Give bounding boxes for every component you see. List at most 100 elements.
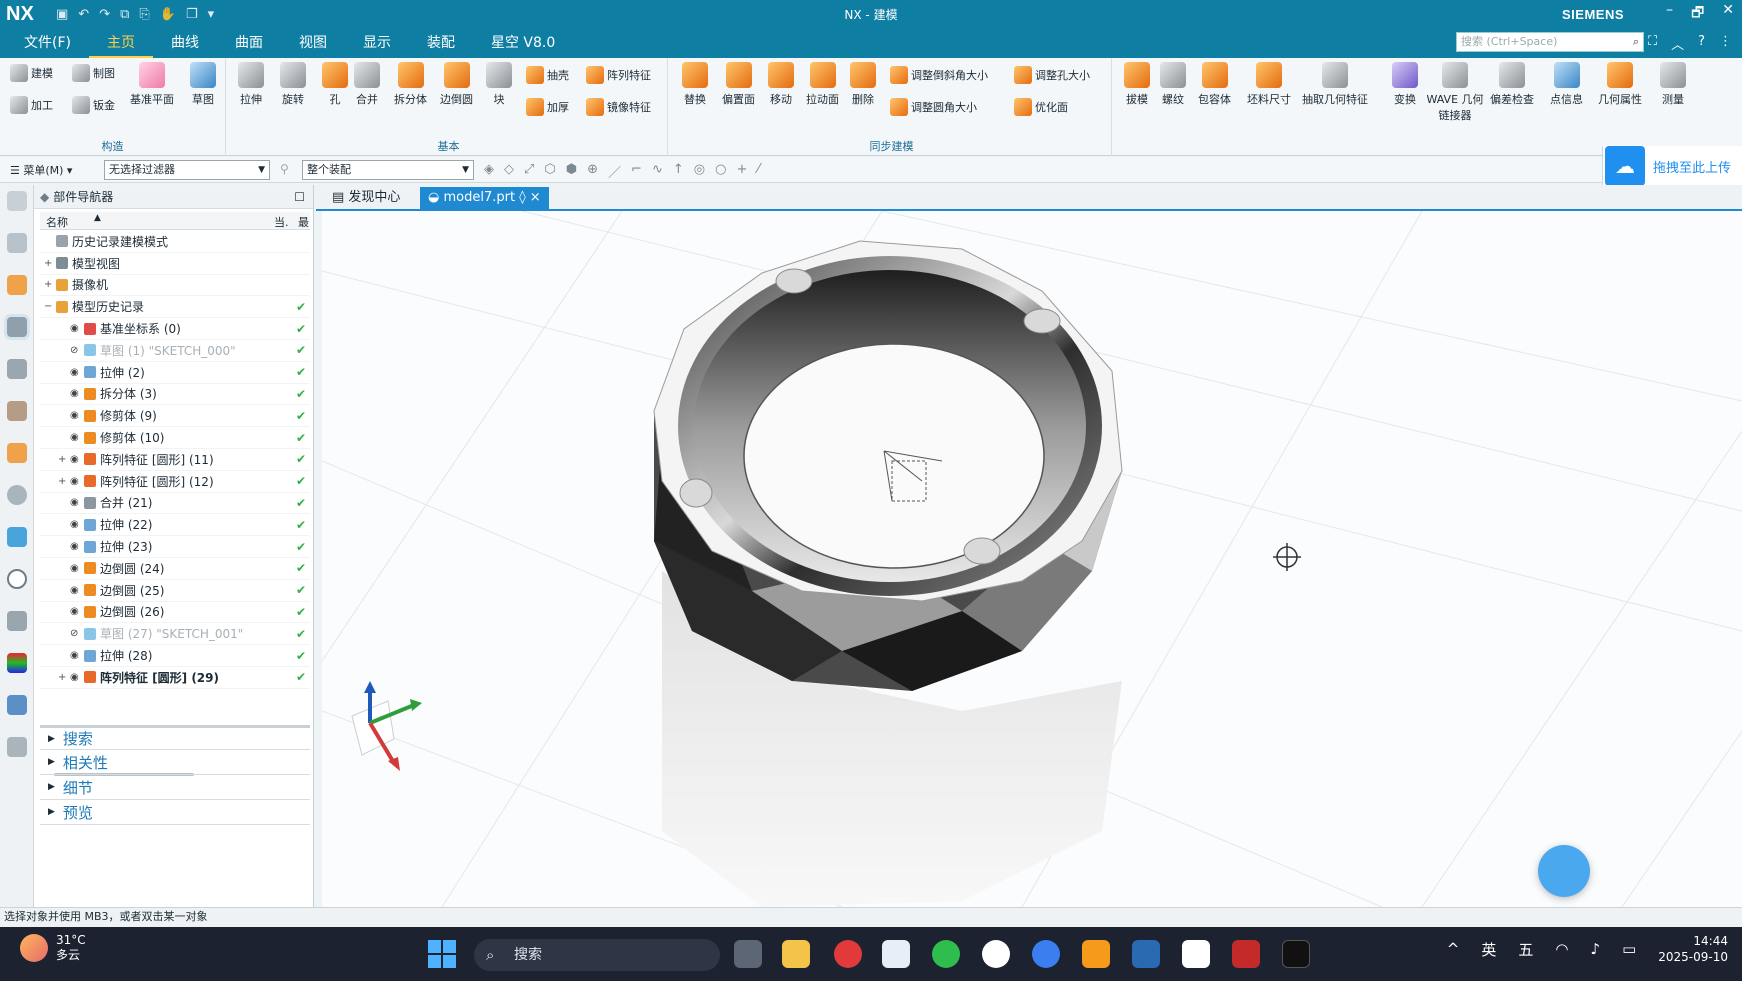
part-navigator-icon[interactable] bbox=[7, 317, 27, 337]
tiktok-icon[interactable] bbox=[1282, 940, 1310, 968]
snap-tangent-icon[interactable]: ⁄ bbox=[757, 162, 759, 181]
tab-file[interactable]: 文件(F) bbox=[6, 30, 89, 58]
draft-button[interactable]: 拔模 bbox=[1124, 62, 1150, 107]
tab-surface[interactable]: 曲面 bbox=[217, 30, 281, 58]
geometry-props-button[interactable]: 几何属性 bbox=[1598, 62, 1642, 107]
revolve-button[interactable]: 旋转 bbox=[280, 62, 306, 107]
select-component-icon[interactable]: ⬢ bbox=[566, 162, 577, 181]
expand-icon[interactable]: + bbox=[58, 454, 66, 465]
column-latest[interactable]: 最 bbox=[298, 214, 309, 230]
ashtray-model[interactable] bbox=[653, 240, 1123, 691]
modeling-button[interactable]: 建模 bbox=[10, 64, 53, 82]
visibility-eye-icon[interactable]: ⊘ bbox=[70, 345, 78, 356]
visibility-eye-icon[interactable]: ◉ bbox=[70, 541, 79, 552]
tree-node[interactable]: ◉ 拉伸 (2) ✔ bbox=[40, 362, 310, 384]
more-icon[interactable]: ⋮ bbox=[1719, 34, 1732, 53]
sketch-button[interactable]: 草图 bbox=[190, 62, 216, 107]
type-filter-dropdown[interactable]: 无选择过滤器 ▼ bbox=[104, 160, 270, 180]
paste-icon[interactable]: ⎘ bbox=[139, 7, 149, 22]
expand-icon[interactable]: + bbox=[58, 672, 66, 683]
tree-node[interactable]: + 摄像机 bbox=[40, 275, 310, 297]
tree-node[interactable]: ◉ 基准坐标系 (0) ✔ bbox=[40, 318, 310, 340]
visibility-eye-icon[interactable]: ◉ bbox=[70, 410, 79, 421]
snap-point-icon[interactable]: ⊕ bbox=[587, 162, 598, 181]
ime-language[interactable]: 英 bbox=[1481, 939, 1496, 960]
store-icon[interactable] bbox=[1182, 940, 1210, 968]
minimize-button[interactable]: – bbox=[1666, 2, 1673, 26]
restore-button[interactable]: 🗗 bbox=[1691, 2, 1704, 26]
command-search-input[interactable]: 搜索 (Ctrl+Space) ⌕ bbox=[1456, 32, 1644, 52]
upload-drop-zone[interactable]: ☁ 拖拽至此上传 bbox=[1602, 146, 1742, 186]
collapse-icon[interactable]: − bbox=[44, 301, 52, 312]
save-icon[interactable]: ▣ bbox=[56, 7, 68, 22]
tree-node[interactable]: ◉ 拉伸 (23) ✔ bbox=[40, 536, 310, 558]
tree-node[interactable]: ⊘ 草图 (27) "SKETCH_001" ✔ bbox=[40, 623, 310, 646]
customize-icon[interactable]: ▾ bbox=[208, 7, 215, 22]
section-dependencies[interactable]: ▶ 相关性 bbox=[40, 750, 310, 775]
expand-icon[interactable]: + bbox=[58, 476, 66, 487]
hole-button[interactable]: 孔 bbox=[322, 62, 348, 107]
hd3d-tools-icon[interactable] bbox=[7, 401, 27, 421]
select-edge-icon[interactable]: ⤢ bbox=[524, 162, 534, 181]
visibility-eye-icon[interactable]: ◉ bbox=[70, 650, 79, 661]
tree-node[interactable]: ⊘ 草图 (1) "SKETCH_000" ✔ bbox=[40, 340, 310, 362]
window-icon[interactable]: ❐ bbox=[186, 7, 198, 22]
settings-icon[interactable] bbox=[7, 191, 27, 211]
visibility-eye-icon[interactable]: ◉ bbox=[70, 476, 79, 487]
history-icon[interactable] bbox=[7, 569, 27, 589]
cloud-icon[interactable] bbox=[7, 737, 27, 757]
select-body-icon[interactable]: ⬡ bbox=[544, 162, 555, 181]
stock-size-button[interactable]: 坯料尺寸 bbox=[1247, 62, 1291, 107]
menu-dropdown[interactable]: ☰ 菜单(M) ▾ bbox=[10, 162, 72, 178]
tree-node[interactable]: ◉ 边倒圆 (24) ✔ bbox=[40, 558, 310, 580]
extrude-button[interactable]: 拉伸 bbox=[238, 62, 264, 107]
floating-action-button[interactable] bbox=[1538, 845, 1590, 897]
copy-icon[interactable]: ⧉ bbox=[120, 7, 129, 22]
snap-midpoint-icon[interactable]: ∿ bbox=[652, 162, 663, 181]
visibility-eye-icon[interactable]: ◉ bbox=[70, 563, 79, 574]
tab-display[interactable]: 显示 bbox=[345, 30, 409, 58]
visibility-eye-icon[interactable]: ◉ bbox=[70, 672, 79, 683]
web-browser-icon[interactable] bbox=[7, 443, 27, 463]
shell-button[interactable]: 抽壳 bbox=[526, 66, 569, 84]
browser-icon[interactable] bbox=[1032, 940, 1060, 968]
thicken-button[interactable]: 加厚 bbox=[526, 98, 569, 116]
clock[interactable]: 14:44 2025-09-10 bbox=[1658, 933, 1728, 965]
extract-geometry-button[interactable]: 抽取几何特征 bbox=[1302, 62, 1368, 107]
reuse-library-icon[interactable] bbox=[7, 359, 27, 379]
sheetmetal-button[interactable]: 钣金 bbox=[72, 96, 115, 114]
snap-line-icon[interactable]: ／ bbox=[608, 162, 621, 181]
volume-icon[interactable]: ♪ bbox=[1590, 940, 1600, 958]
touch-mode-icon[interactable]: ✋ bbox=[160, 7, 176, 22]
ime-mode[interactable]: 五 bbox=[1518, 939, 1533, 960]
tab-home[interactable]: 主页 bbox=[88, 30, 153, 58]
snap-endpoint-icon[interactable]: ⌐ bbox=[631, 162, 642, 181]
mirror-feature-button[interactable]: 镜像特征 bbox=[586, 98, 651, 116]
visibility-eye-icon[interactable]: ◉ bbox=[70, 606, 79, 617]
block-button[interactable]: 块 bbox=[486, 62, 512, 107]
wechat-icon[interactable] bbox=[932, 940, 960, 968]
tree-node[interactable]: + ◉ 阵列特征 [圆形] (11) ✔ bbox=[40, 449, 310, 471]
select-feature-icon[interactable]: ◈ bbox=[484, 162, 494, 181]
move-face-button[interactable]: 移动 bbox=[768, 62, 794, 107]
section-preview[interactable]: ▶ 预览 bbox=[40, 800, 310, 825]
wave-linker-button[interactable]: WAVE 几何链接器 bbox=[1424, 62, 1486, 123]
unite-button[interactable]: 合并 bbox=[354, 62, 380, 107]
task-view-icon[interactable] bbox=[734, 940, 762, 968]
tree-node[interactable]: − 模型历史记录 ✔ bbox=[40, 296, 310, 319]
system-scene-icon[interactable] bbox=[7, 527, 27, 547]
snap-intersection-icon[interactable]: + bbox=[736, 162, 747, 181]
qq-icon[interactable] bbox=[982, 940, 1010, 968]
split-body-button[interactable]: 拆分体 bbox=[394, 62, 427, 107]
steam-icon[interactable] bbox=[1132, 940, 1160, 968]
maximize-panel-icon[interactable]: ☐ bbox=[294, 190, 305, 204]
section-search[interactable]: ▶ 搜索 bbox=[40, 725, 310, 750]
tree-node[interactable]: ◉ 修剪体 (9) ✔ bbox=[40, 405, 310, 428]
column-name[interactable]: 名称 bbox=[46, 214, 68, 230]
palette-icon[interactable] bbox=[7, 485, 27, 505]
tab-xingkong[interactable]: 星空 V8.0 bbox=[473, 30, 573, 58]
edge-blend-button[interactable]: 边倒圆 bbox=[440, 62, 473, 107]
thread-button[interactable]: 螺纹 bbox=[1160, 62, 1186, 107]
resize-blend-button[interactable]: 调整圆角大小 bbox=[890, 98, 977, 116]
role-icon[interactable] bbox=[7, 653, 27, 673]
